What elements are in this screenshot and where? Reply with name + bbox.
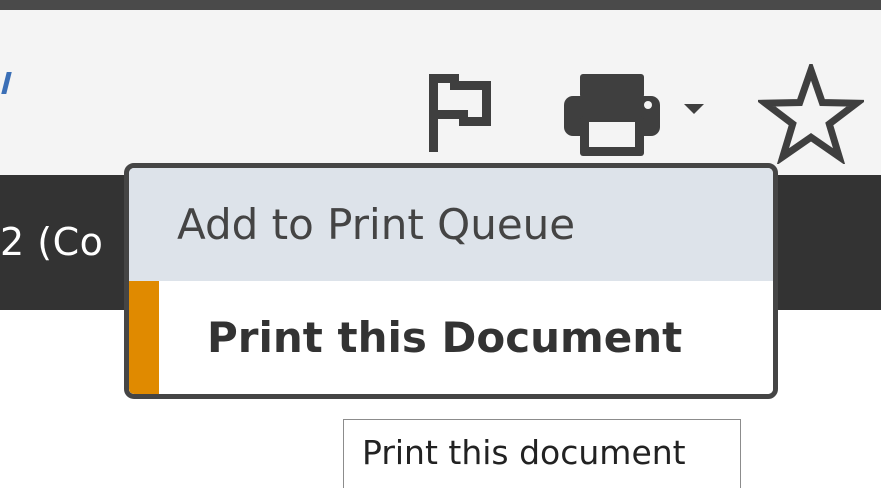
menu-item-label: Add to Print Queue [177,199,576,249]
tooltip-text: Print this document [362,433,686,472]
flag-button[interactable] [415,68,505,158]
print-dropdown-button[interactable] [676,96,712,120]
printer-icon [564,74,660,156]
bookmark-button[interactable] [755,59,867,166]
menu-item-add-to-print-queue[interactable]: Add to Print Queue [129,168,773,281]
flag-outline-icon [429,74,491,152]
caret-down-icon [684,104,704,114]
menu-item-label: Print this Document [207,312,683,362]
window-top-border [0,0,881,10]
partial-toolbar-element [1,72,12,94]
print-dropdown-menu: Add to Print Queue Print this Document [124,163,778,399]
viewport: 2 (Co Add to Print Queue Print this Docu… [0,0,881,488]
document-title-fragment: 2 (Co [0,220,104,264]
selected-indicator [129,281,159,394]
tooltip: Print this document [343,419,741,488]
star-outline-icon [755,59,867,166]
menu-item-print-this-document[interactable]: Print this Document [129,281,773,394]
toolbar [0,10,881,175]
print-button[interactable] [560,74,664,156]
